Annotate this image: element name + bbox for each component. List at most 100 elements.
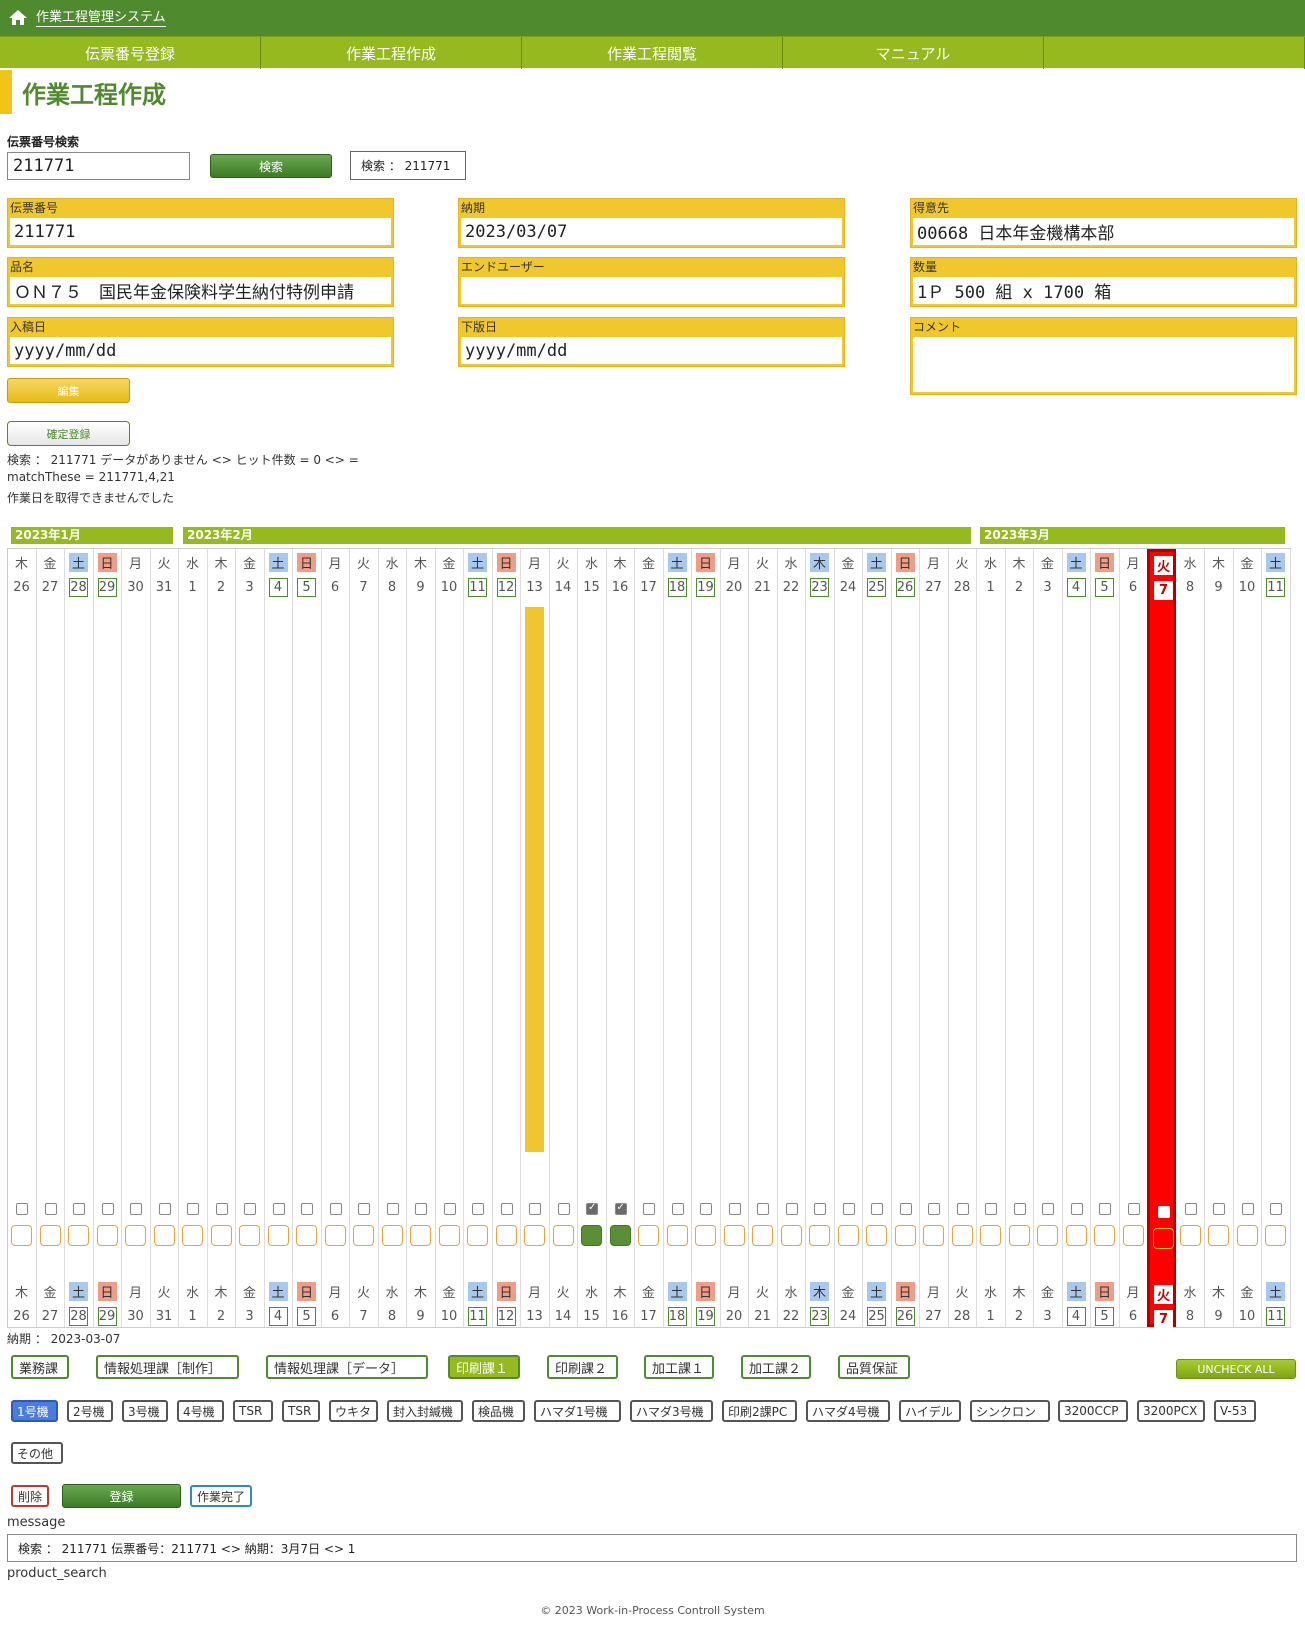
day-checkbox[interactable] xyxy=(329,1203,342,1215)
department-tab[interactable]: 印刷課１ xyxy=(448,1355,520,1379)
machine-button[interactable]: 印刷2課PC xyxy=(722,1400,797,1422)
machine-button[interactable]: 3200CCP xyxy=(1058,1400,1128,1422)
day-slot[interactable] xyxy=(353,1225,374,1246)
field-denpyo-value[interactable]: 211771 xyxy=(10,218,391,245)
machine-button[interactable]: V-53 xyxy=(1214,1400,1256,1422)
machine-button[interactable]: ハマダ1号機 xyxy=(534,1400,621,1422)
day-checkbox[interactable] xyxy=(586,1202,598,1215)
day-checkbox[interactable] xyxy=(1241,1203,1254,1215)
day-checkbox[interactable] xyxy=(1158,1206,1170,1218)
day-checkbox[interactable] xyxy=(643,1203,655,1215)
day-checkbox[interactable] xyxy=(814,1203,826,1215)
machine-button[interactable]: シンクロン xyxy=(970,1400,1050,1422)
day-slot[interactable] xyxy=(410,1225,431,1246)
day-checkbox[interactable] xyxy=(1042,1203,1054,1215)
day-slot[interactable] xyxy=(467,1225,488,1246)
day-slot[interactable] xyxy=(153,1225,175,1246)
day-checkbox[interactable] xyxy=(73,1203,85,1215)
day-slot[interactable] xyxy=(1122,1225,1144,1246)
day-checkbox[interactable] xyxy=(44,1203,57,1215)
day-checkbox[interactable] xyxy=(671,1203,684,1215)
day-slot[interactable] xyxy=(609,1225,631,1246)
day-checkbox[interactable] xyxy=(728,1203,741,1215)
department-tab[interactable]: 印刷課２ xyxy=(547,1355,618,1379)
day-slot[interactable] xyxy=(210,1225,232,1246)
search-button[interactable]: 検索 xyxy=(210,154,332,178)
day-slot[interactable] xyxy=(638,1225,659,1246)
machine-button[interactable]: ハイデル xyxy=(899,1400,961,1422)
day-checkbox[interactable] xyxy=(1270,1203,1282,1215)
day-checkbox[interactable] xyxy=(1013,1203,1026,1215)
day-slot[interactable] xyxy=(1179,1225,1201,1246)
day-checkbox[interactable] xyxy=(956,1203,969,1215)
department-tab[interactable]: 情報処理課［データ］ xyxy=(266,1355,428,1379)
day-slot[interactable] xyxy=(1065,1225,1087,1246)
day-checkbox[interactable] xyxy=(272,1203,285,1215)
day-slot[interactable] xyxy=(1153,1228,1174,1249)
day-checkbox[interactable] xyxy=(301,1203,313,1215)
day-slot[interactable] xyxy=(752,1225,773,1246)
day-checkbox[interactable] xyxy=(358,1203,370,1215)
field-hanko-value[interactable]: yyyy/mm/dd xyxy=(461,337,842,364)
day-slot[interactable] xyxy=(1094,1225,1115,1246)
day-slot[interactable] xyxy=(1008,1225,1030,1246)
day-checkbox[interactable] xyxy=(500,1203,513,1215)
machine-button[interactable]: 封入封緘機 xyxy=(387,1400,463,1422)
day-slot[interactable] xyxy=(182,1225,203,1246)
day-checkbox[interactable] xyxy=(557,1203,570,1215)
day-checkbox[interactable] xyxy=(101,1203,114,1215)
day-slot[interactable] xyxy=(866,1225,887,1246)
day-slot[interactable] xyxy=(11,1225,32,1246)
department-tab[interactable]: 加工課１ xyxy=(644,1355,714,1379)
day-checkbox[interactable] xyxy=(472,1203,484,1215)
home-icon[interactable] xyxy=(8,8,28,28)
department-tab[interactable]: 品質保証 xyxy=(838,1355,910,1379)
day-slot[interactable] xyxy=(695,1225,716,1246)
department-tab[interactable]: 情報処理課［制作］ xyxy=(96,1355,239,1379)
day-slot[interactable] xyxy=(780,1225,802,1246)
day-slot[interactable] xyxy=(980,1225,1001,1246)
day-slot[interactable] xyxy=(239,1225,260,1246)
day-checkbox[interactable] xyxy=(700,1203,712,1215)
nav-denpyo-register[interactable]: 伝票番号登録 xyxy=(0,37,261,69)
register-button[interactable]: 登録 xyxy=(62,1484,181,1508)
confirm-register-button[interactable]: 確定登録 xyxy=(7,421,130,446)
machine-button[interactable]: 3号機 xyxy=(122,1400,168,1422)
day-slot[interactable] xyxy=(438,1225,460,1246)
field-enduser-value[interactable] xyxy=(461,277,842,304)
day-checkbox[interactable] xyxy=(1184,1203,1197,1215)
day-checkbox[interactable] xyxy=(1213,1203,1225,1215)
day-checkbox[interactable] xyxy=(244,1203,256,1215)
day-slot[interactable] xyxy=(296,1225,317,1246)
machine-button[interactable]: 3200PCX xyxy=(1137,1400,1205,1422)
machine-button[interactable]: TSR xyxy=(282,1400,320,1422)
machine-button[interactable]: その他 xyxy=(11,1442,63,1464)
uncheck-all-button[interactable]: UNCHECK ALL xyxy=(1176,1359,1296,1379)
day-checkbox[interactable] xyxy=(928,1203,940,1215)
day-slot[interactable] xyxy=(1037,1225,1058,1246)
day-checkbox[interactable] xyxy=(757,1203,769,1215)
nav-manual[interactable]: マニュアル xyxy=(783,37,1044,69)
day-checkbox[interactable] xyxy=(1099,1203,1111,1215)
day-slot[interactable] xyxy=(495,1225,517,1246)
day-slot[interactable] xyxy=(923,1225,944,1246)
machine-button[interactable]: ハマダ3号機 xyxy=(630,1400,713,1422)
day-slot[interactable] xyxy=(96,1225,118,1246)
day-checkbox[interactable] xyxy=(130,1203,142,1215)
day-slot[interactable] xyxy=(1265,1225,1286,1246)
field-comment-value[interactable] xyxy=(913,337,1294,392)
day-checkbox[interactable] xyxy=(899,1203,912,1215)
day-checkbox[interactable] xyxy=(614,1202,627,1215)
department-tab[interactable]: 業務課 xyxy=(11,1355,69,1379)
day-checkbox[interactable] xyxy=(985,1203,997,1215)
day-slot[interactable] xyxy=(951,1225,973,1246)
day-slot[interactable] xyxy=(666,1225,688,1246)
day-checkbox[interactable] xyxy=(1127,1203,1140,1215)
schedule-bar[interactable] xyxy=(525,607,544,1152)
day-slot[interactable] xyxy=(324,1225,346,1246)
day-slot[interactable] xyxy=(1208,1225,1229,1246)
nav-process-create[interactable]: 作業工程作成 xyxy=(261,37,522,69)
delete-button[interactable]: 削除 xyxy=(11,1485,50,1507)
field-nouki-value[interactable]: 2023/03/07 xyxy=(461,218,842,245)
day-checkbox[interactable] xyxy=(16,1203,28,1215)
